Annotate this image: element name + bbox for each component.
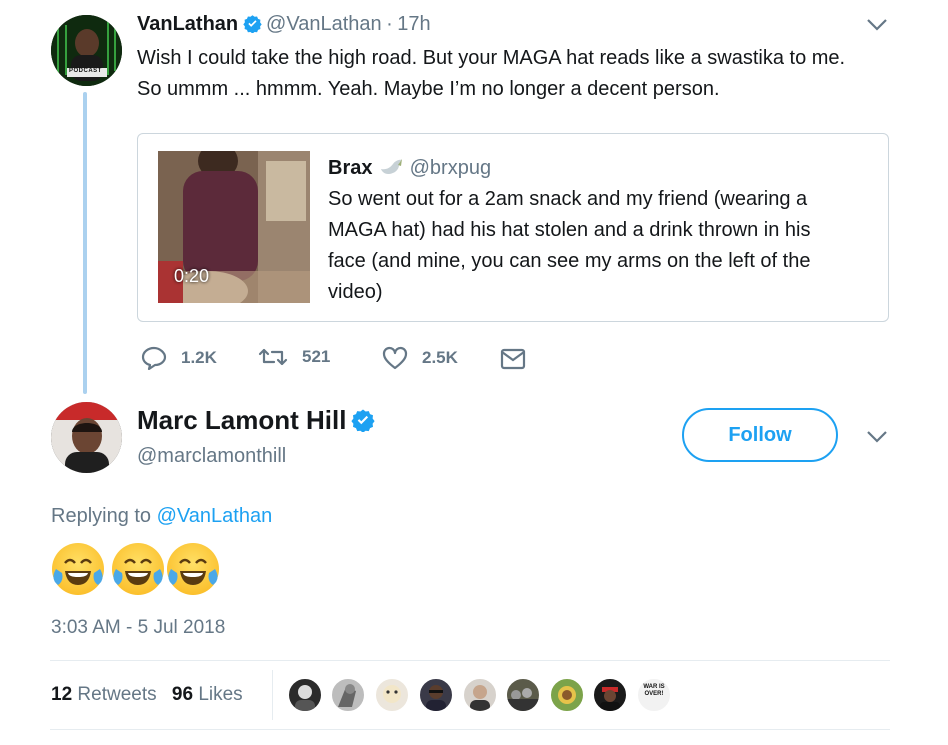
- quoted-tweet-text: So went out for a 2am snack and my frien…: [328, 184, 811, 308]
- like-icon: [382, 346, 408, 370]
- chevron-down-icon[interactable]: [866, 430, 888, 444]
- liker-avatar[interactable]: [549, 677, 585, 713]
- vanlathan-avatar[interactable]: PODCAST: [51, 15, 122, 86]
- like-action[interactable]: 2.5K: [382, 346, 458, 370]
- retweet-count: 521: [302, 347, 331, 366]
- retweet-total: 12: [51, 684, 73, 705]
- reply-action[interactable]: 1.2K: [141, 346, 217, 370]
- likes-label: Likes: [198, 684, 243, 705]
- liker-avatar[interactable]: [505, 677, 541, 713]
- message-icon[interactable]: [500, 348, 526, 370]
- author-handle[interactable]: @VanLathan: [266, 13, 382, 35]
- like-count: 2.5K: [422, 348, 458, 367]
- stats-divider-bottom: [50, 729, 890, 730]
- quoted-author-handle: @brxpug: [409, 157, 492, 179]
- tweet-text-line: Wish I could take the high road. But you…: [137, 47, 846, 69]
- liker-avatar[interactable]: [374, 677, 410, 713]
- liker-avatar[interactable]: [462, 677, 498, 713]
- quoted-text-line: MAGA hat) had his hat stolen and a drink…: [328, 219, 811, 241]
- tweet-time[interactable]: 17h: [397, 13, 430, 35]
- stats-divider-top: [50, 660, 890, 661]
- author-name[interactable]: VanLathan: [137, 13, 238, 35]
- replying-to-link[interactable]: @VanLathan: [157, 505, 273, 527]
- retweets-stat[interactable]: 12 Retweets: [51, 684, 162, 705]
- tweet-text-line: So ummm ... hmmm. Yeah. Maybe I’m no lon…: [137, 78, 720, 100]
- video-thumbnail[interactable]: 0:20: [158, 151, 310, 303]
- liker-avatar[interactable]: [287, 677, 323, 713]
- tweet-stats: 12 Retweets 96 Likes: [51, 684, 243, 706]
- separator-dot: ·: [386, 13, 393, 35]
- quoted-text-line: video): [328, 281, 383, 303]
- video-duration: 0:20: [174, 266, 210, 286]
- main-tweet-author: Marc Lamont Hill: [137, 405, 375, 436]
- author-name[interactable]: Marc Lamont Hill: [137, 405, 346, 435]
- quoted-author-name: Brax: [328, 157, 373, 179]
- parent-tweet-text: Wish I could take the high road. But you…: [137, 43, 845, 105]
- liker-avatar[interactable]: [330, 677, 366, 713]
- reply-icon: [141, 346, 167, 370]
- marclamonthill-avatar[interactable]: [51, 402, 122, 473]
- quoted-header: Brax @brxpug: [328, 155, 491, 180]
- author-handle[interactable]: @marclamonthill: [137, 445, 286, 468]
- reply-count: 1.2K: [181, 348, 217, 367]
- like-total: 96: [171, 684, 194, 705]
- follow-button[interactable]: Follow: [682, 408, 838, 462]
- liker-avatar[interactable]: [592, 677, 628, 713]
- retweet-icon: [258, 348, 288, 366]
- chevron-down-icon[interactable]: [866, 18, 888, 32]
- likes-stat[interactable]: 96 Likes: [172, 684, 243, 705]
- liker-avatar[interactable]: [418, 677, 454, 713]
- quoted-text-line: So went out for a 2am snack and my frien…: [328, 188, 808, 210]
- liker-avatar[interactable]: WAR IS OVER!: [636, 677, 672, 713]
- retweets-label: Retweets: [77, 684, 157, 705]
- replying-prefix: Replying to: [51, 505, 152, 527]
- war-is-over-badge: WAR IS OVER!: [643, 684, 665, 697]
- thread-connector-line: [83, 92, 87, 394]
- verified-badge-icon: [351, 409, 375, 432]
- tweet-timestamp[interactable]: 3:03 AM - 5 Jul 2018: [51, 617, 225, 639]
- dove-icon: [381, 159, 403, 174]
- quoted-text-line: face (and mine, you can see my arms on t…: [328, 250, 811, 272]
- stats-vertical-divider: [272, 670, 273, 720]
- avatar-podcast-label: PODCAST: [69, 68, 102, 74]
- verified-badge-icon: [242, 15, 262, 33]
- retweet-action[interactable]: 521: [258, 346, 330, 368]
- replying-to: Replying to @VanLathan: [51, 505, 272, 528]
- parent-tweet-header: VanLathan @VanLathan · 17h: [137, 13, 431, 36]
